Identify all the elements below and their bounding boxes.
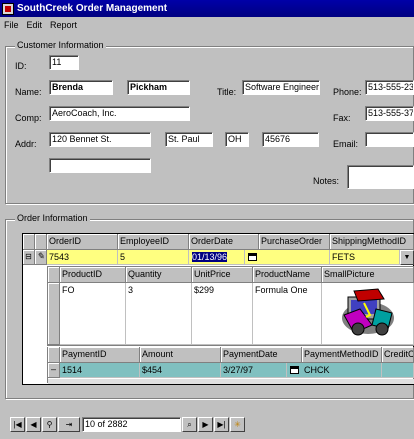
col-unit-price[interactable]: UnitPrice <box>192 267 253 283</box>
payment-date-cell[interactable]: 3/27/97 <box>221 363 287 378</box>
id-label: ID: <box>15 61 27 71</box>
payment-calendar-icon[interactable] <box>287 363 302 378</box>
col-product-id[interactable]: ProductID <box>60 267 126 283</box>
payment-row-indicator[interactable]: – <box>48 363 60 378</box>
notes-label: Notes: <box>313 176 340 186</box>
col-payment-method-id[interactable]: PaymentMethodID <box>302 347 382 363</box>
last-name-field[interactable]: Pickham <box>127 80 190 95</box>
menu-bar: File Edit Report <box>0 17 414 33</box>
expand-icon[interactable]: ⊟ <box>23 250 35 265</box>
detail-corner <box>48 267 60 283</box>
prev-record-icon[interactable]: ◀ <box>26 417 41 432</box>
first-record-icon[interactable]: |◀ <box>10 417 25 432</box>
quantity-cell[interactable]: 3 <box>126 283 192 345</box>
col-order-id[interactable]: OrderID <box>47 234 118 250</box>
payment-method-cell[interactable]: CHCK <box>302 363 382 378</box>
record-counter[interactable]: 10 of 2882 <box>82 417 181 432</box>
order-date-value: 01/13/96 <box>192 252 228 262</box>
next-record-icon[interactable]: ▶ <box>198 417 213 432</box>
app-icon[interactable] <box>2 2 14 15</box>
col-order-date[interactable]: OrderDate <box>189 234 259 250</box>
last-record-icon[interactable]: ▶| <box>214 417 229 432</box>
window-title: SouthCreek Order Management <box>17 3 168 14</box>
name-label: Name: <box>15 87 42 97</box>
shipping-method-cell[interactable]: FETS <box>330 250 400 265</box>
payment-corner <box>48 347 60 363</box>
amount-cell[interactable]: $454 <box>140 363 221 378</box>
menu-edit[interactable]: Edit <box>23 20 47 30</box>
order-id-cell[interactable]: 7543 <box>47 250 118 265</box>
edit-row-indicator-icon: ✎ <box>35 250 47 265</box>
col-purchase-order[interactable]: PurchaseOrder <box>259 234 330 250</box>
col-credit-card[interactable]: CreditC <box>382 347 414 363</box>
product-picture-image <box>342 288 394 336</box>
title-label: Title: <box>217 87 237 97</box>
fax-field[interactable]: 513-555-37 <box>365 106 414 121</box>
zip-field[interactable]: 45676 <box>262 132 319 147</box>
purchase-order-cell[interactable] <box>259 250 330 265</box>
col-product-name[interactable]: ProductName <box>253 267 322 283</box>
col-amount[interactable]: Amount <box>140 347 221 363</box>
comp-label: Comp: <box>15 113 42 123</box>
employee-id-cell[interactable]: 5 <box>118 250 189 265</box>
company-field[interactable]: AeroCoach, Inc. <box>49 106 190 121</box>
grid-corner-2 <box>35 234 47 250</box>
phone-label: Phone: <box>333 87 362 97</box>
dropdown-arrow-icon[interactable]: ▼ <box>400 250 414 265</box>
col-employee-id[interactable]: EmployeeID <box>118 234 189 250</box>
product-id-cell[interactable]: FO <box>60 283 126 345</box>
address2-field[interactable] <box>49 158 151 173</box>
calendar-icon[interactable] <box>245 250 259 265</box>
col-quantity[interactable]: Quantity <box>126 267 192 283</box>
addr-label: Addr: <box>15 139 37 149</box>
address-field[interactable]: 120 Bennet St. <box>49 132 151 147</box>
customer-info-title: Customer Information <box>15 40 106 50</box>
email-field[interactable] <box>365 132 414 147</box>
detail-row-selector[interactable] <box>48 283 60 345</box>
first-name-field[interactable]: Brenda <box>49 80 113 95</box>
state-field[interactable]: OH <box>225 132 249 147</box>
order-info-title: Order Information <box>15 213 90 223</box>
new-icon[interactable]: ✳ <box>230 417 245 432</box>
unit-price-cell[interactable]: $299 <box>192 283 253 345</box>
credit-card-cell[interactable] <box>382 363 414 378</box>
filter-icon[interactable]: ⇥ <box>58 417 80 432</box>
binoculars-icon[interactable]: ⚲ <box>42 417 57 432</box>
small-picture-cell[interactable] <box>322 283 414 345</box>
payment-scrollbar[interactable] <box>48 379 414 384</box>
email-label: Email: <box>333 139 359 149</box>
phone-field[interactable]: 513-555-23 <box>365 80 414 95</box>
city-field[interactable]: St. Paul <box>165 132 213 147</box>
menu-file[interactable]: File <box>0 20 23 30</box>
product-name-cell[interactable]: Formula One <box>253 283 322 345</box>
notes-field[interactable] <box>347 165 414 189</box>
col-shipping-method-id[interactable]: ShippingMethodID <box>330 234 414 250</box>
col-small-picture[interactable]: SmallPicture <box>322 267 414 283</box>
order-date-cell[interactable]: 01/13/96 <box>189 250 245 265</box>
grid-corner <box>23 234 35 250</box>
fax-label: Fax: <box>333 113 351 123</box>
payment-id-cell[interactable]: 1514 <box>60 363 140 378</box>
title-bar[interactable]: SouthCreek Order Management <box>0 0 414 17</box>
menu-report[interactable]: Report <box>46 20 81 30</box>
id-field[interactable]: 11 <box>49 55 79 70</box>
job-title-field[interactable]: Software Engineer <box>242 80 320 95</box>
col-payment-date[interactable]: PaymentDate <box>221 347 302 363</box>
find-icon[interactable]: ⌕ <box>182 417 197 432</box>
col-payment-id[interactable]: PaymentID <box>60 347 140 363</box>
